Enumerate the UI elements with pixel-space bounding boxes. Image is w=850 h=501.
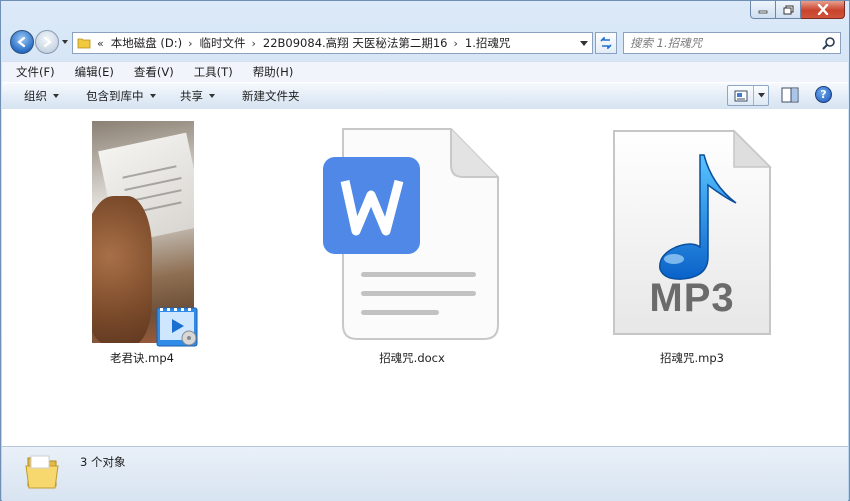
menu-tools[interactable]: 工具(T) (180, 64, 239, 80)
file-name[interactable]: 老君诀.mp4 (52, 350, 232, 366)
folder-icon (25, 455, 59, 489)
preview-pane-icon[interactable] (781, 87, 799, 103)
folder-icon (77, 38, 91, 49)
file-name[interactable]: 招魂咒.mp3 (602, 350, 782, 366)
chevron-down-icon (53, 94, 59, 98)
mp3-icon-text: MP3 (649, 276, 735, 320)
new-folder-label: 新建文件夹 (242, 89, 300, 103)
navigation-bar: « 本地磁盘 (D:) › 临时文件 › 22B09084.高翔 天医秘法第二期… (1, 27, 849, 59)
menu-edit[interactable]: 编辑(E) (61, 64, 120, 80)
refresh-icon (600, 37, 612, 49)
caption-buttons (750, 1, 845, 19)
include-in-library-button[interactable]: 包含到库中 (86, 88, 156, 104)
search-icon[interactable] (822, 36, 836, 50)
include-label: 包含到库中 (86, 89, 144, 103)
command-bar: 组织 包含到库中 共享 新建文件夹 ? (2, 82, 848, 110)
breadcrumb-item[interactable]: 1.招魂咒 (465, 35, 510, 51)
chevron-down-icon (149, 94, 156, 98)
view-mode-icon-wrap[interactable] (728, 86, 754, 105)
help-button[interactable]: ? (815, 86, 832, 103)
title-bar (1, 1, 849, 25)
breadcrumb-item[interactable]: 22B09084.高翔 天医秘法第二期16 (263, 35, 448, 51)
wps-docx-icon (323, 128, 499, 340)
menu-file[interactable]: 文件(F) (2, 64, 61, 80)
chevron-down-icon (209, 94, 215, 98)
close-button[interactable] (801, 1, 845, 19)
back-button[interactable] (10, 30, 34, 54)
large-icons-view-icon (734, 90, 747, 101)
menu-bar: 文件(F) 编辑(E) 查看(V) 工具(T) 帮助(H) (2, 61, 848, 82)
search-input[interactable] (624, 33, 820, 53)
thumbnail-hand (92, 196, 152, 343)
file-name[interactable]: 招魂咒.docx (322, 350, 502, 366)
file-list: 老君诀.mp4 招魂咒.docx MP3 招魂咒.mp3 (2, 109, 848, 446)
refresh-button[interactable] (595, 32, 617, 54)
new-folder-button[interactable]: 新建文件夹 (242, 88, 300, 104)
share-button[interactable]: 共享 (180, 88, 215, 104)
back-arrow-icon (17, 36, 26, 48)
search-box[interactable] (623, 32, 841, 54)
menu-help[interactable]: 帮助(H) (239, 64, 300, 80)
address-bar[interactable]: « 本地磁盘 (D:) › 临时文件 › 22B09084.高翔 天医秘法第二期… (72, 32, 593, 54)
breadcrumb-separator[interactable]: › (252, 37, 256, 50)
change-view-button[interactable] (727, 85, 769, 106)
chevron-down-icon (757, 93, 765, 98)
video-file-badge-icon (156, 307, 198, 347)
maximize-button[interactable] (776, 1, 801, 19)
explorer-window: « 本地磁盘 (D:) › 临时文件 › 22B09084.高翔 天医秘法第二期… (0, 0, 850, 501)
breadcrumb-separator[interactable]: › (453, 37, 457, 50)
organize-label: 组织 (24, 89, 47, 103)
item-count: 3 个对象 (80, 455, 126, 469)
breadcrumb-overflow[interactable]: « (97, 37, 104, 50)
menu-view[interactable]: 查看(V) (120, 64, 180, 80)
breadcrumb-item[interactable]: 临时文件 (200, 35, 246, 51)
forward-button[interactable] (35, 30, 59, 54)
share-label: 共享 (180, 89, 203, 103)
view-options-dropdown[interactable] (754, 93, 768, 98)
address-dropdown-icon[interactable] (580, 39, 588, 47)
organize-button[interactable]: 组织 (24, 88, 59, 104)
breadcrumb-item[interactable]: 本地磁盘 (D:) (111, 35, 182, 51)
forward-arrow-icon (43, 36, 52, 48)
breadcrumb-separator[interactable]: › (188, 37, 192, 50)
minimize-icon (758, 10, 768, 13)
minimize-button[interactable] (750, 1, 776, 19)
status-bar: 3 个对象 (2, 446, 848, 501)
recent-pages-dropdown[interactable] (61, 37, 69, 47)
close-icon (817, 4, 828, 15)
maximize-icon (783, 5, 793, 14)
